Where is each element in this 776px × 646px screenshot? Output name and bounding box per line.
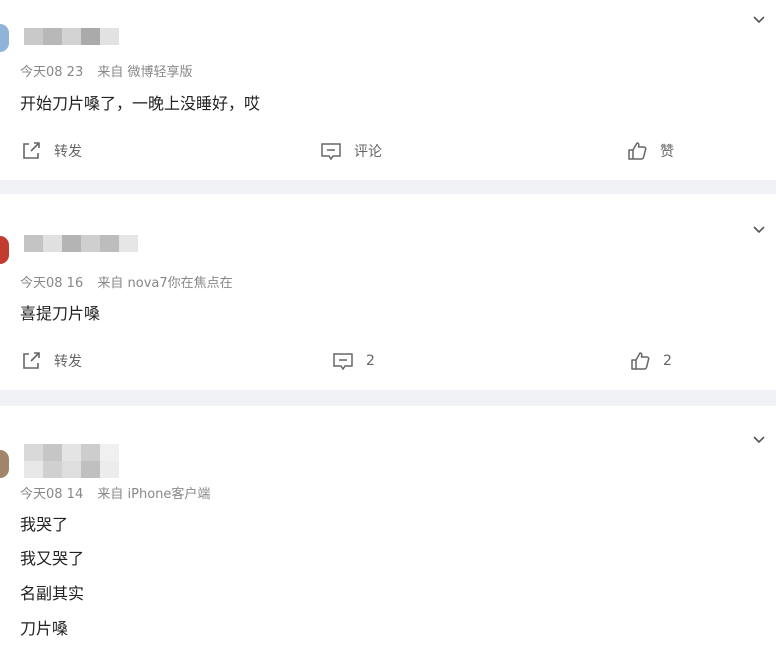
like-count: 2: [663, 353, 672, 369]
post-text: 开始刀片嗓了，一晚上没睡好，哎: [20, 94, 261, 113]
avatar[interactable]: [0, 24, 9, 52]
post-time: 今天08 16: [20, 276, 84, 291]
like-button[interactable]: 赞: [626, 140, 674, 162]
post-source[interactable]: nova7你在焦点在: [128, 276, 233, 291]
post-card: 今天08 16 来自 nova7你在焦点在 喜提刀片嗓 转发 2 2: [0, 194, 776, 390]
like-label: 赞: [660, 144, 674, 160]
post-text: 喜提刀片嗓: [20, 304, 101, 323]
post-source[interactable]: 微博轻享版: [128, 65, 193, 80]
post-time: 今天08 14: [20, 487, 84, 502]
chevron-down-icon[interactable]: [752, 224, 766, 234]
comment-icon: [321, 143, 341, 161]
thumbs-up-icon: [631, 352, 650, 370]
like-button[interactable]: 2: [629, 350, 672, 372]
avatar[interactable]: [0, 450, 9, 478]
post-text-line: 名副其实: [20, 584, 85, 603]
source-prefix: 来自: [97, 276, 124, 291]
post-card: 今天08 14 来自 iPhone客户端 我哭了 我又哭了 名副其实 刀片嗓: [0, 406, 776, 646]
source-prefix: 来自: [97, 487, 124, 502]
repost-button[interactable]: 转发: [20, 140, 82, 162]
post-text-line: 我又哭了: [20, 549, 85, 568]
username-blurred[interactable]: [24, 235, 138, 252]
repost-button[interactable]: 转发: [20, 350, 82, 372]
post-source[interactable]: iPhone客户端: [128, 487, 211, 502]
repost-icon: [23, 142, 40, 159]
post-text-line: 我哭了: [20, 515, 69, 534]
comment-label: 评论: [354, 144, 382, 160]
repost-label: 转发: [54, 144, 82, 160]
username-blurred[interactable]: [24, 28, 119, 45]
post-card: 今天08 23 来自 微博轻享版 开始刀片嗓了，一晚上没睡好，哎 转发 评论 赞: [0, 0, 776, 180]
thumbs-up-icon: [628, 142, 647, 160]
post-time: 今天08 23: [20, 65, 84, 80]
post-text-line: 刀片嗓: [20, 619, 69, 638]
post-meta: 今天08 14 来自 iPhone客户端: [20, 483, 210, 502]
comment-button[interactable]: 评论: [320, 140, 382, 162]
source-prefix: 来自: [97, 65, 124, 80]
avatar[interactable]: [0, 236, 9, 264]
comment-count: 2: [366, 353, 375, 369]
chevron-down-icon[interactable]: [752, 434, 766, 444]
chevron-down-icon[interactable]: [752, 14, 766, 24]
repost-icon: [23, 352, 40, 369]
post-meta: 今天08 16 来自 nova7你在焦点在: [20, 272, 233, 291]
comment-icon: [333, 353, 353, 371]
comment-button[interactable]: 2: [332, 350, 375, 372]
repost-label: 转发: [54, 354, 82, 370]
post-meta: 今天08 23 来自 微博轻享版: [20, 61, 193, 80]
username-blurred[interactable]: [24, 444, 119, 478]
